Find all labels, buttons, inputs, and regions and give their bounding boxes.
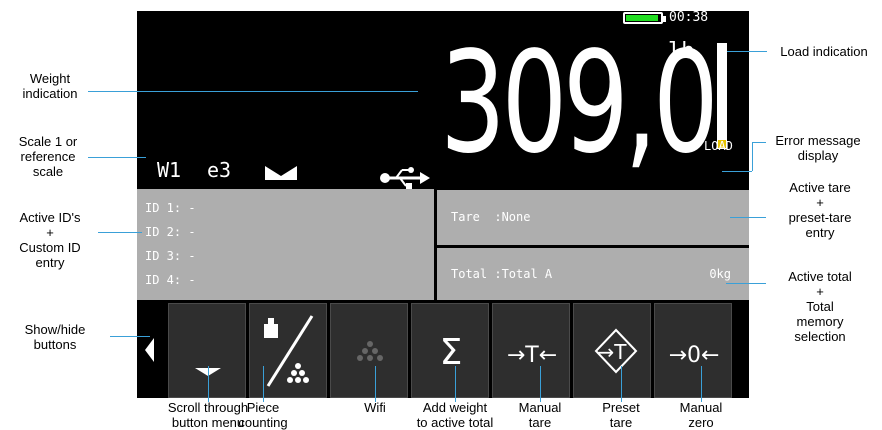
total-text: Total :Total A: [451, 267, 553, 281]
scroll-button[interactable]: [168, 303, 246, 398]
triangle-left-icon: [145, 338, 154, 362]
add-weight-button[interactable]: Σ: [411, 303, 489, 398]
tare-text: Tare :None: [451, 210, 531, 224]
show-hide-button[interactable]: [137, 303, 167, 398]
zero-glyph: →0←: [669, 343, 720, 368]
preset-tare-glyph: →T: [598, 340, 628, 364]
weight-leader-line: [88, 91, 418, 92]
wifi-leader-line: [375, 366, 376, 402]
wifi-button[interactable]: [330, 303, 408, 398]
callout-tare: Active tare + preset-tare entry: [788, 180, 852, 240]
callout-piece: Piece counting: [238, 400, 288, 430]
tare-panel[interactable]: Tare :None: [437, 190, 749, 245]
preset-tare-icon: →T: [594, 328, 638, 374]
total-leader-line: [726, 283, 766, 284]
callout-manual-zero: Manual zero: [679, 400, 723, 430]
preset-leader-line: [621, 366, 622, 402]
scale-display: 00:38 309,0 lb LOAD W1 e3 ID 1: - ID 2: …: [137, 11, 749, 398]
id-row-4: ID 4: -: [145, 273, 196, 287]
total-panel[interactable]: Total :Total A 0kg: [437, 248, 749, 300]
piece-counting-icon: [264, 315, 314, 387]
tare-glyph: →T←: [507, 343, 557, 368]
callout-load: Load indication: [780, 44, 868, 59]
zero-leader-line: [701, 366, 702, 402]
callout-manual-tare: Manual tare: [518, 400, 562, 430]
sigma-icon: Σ: [440, 332, 463, 373]
ids-leader-line: [98, 232, 142, 233]
weight-value: 309,0: [440, 22, 719, 185]
scale-leader-line: [88, 157, 146, 158]
zero-icon: →0←: [669, 343, 720, 368]
sum-leader-line: [455, 366, 456, 402]
error-leader-line-v: [752, 142, 753, 171]
tare-leader-line: [730, 217, 766, 218]
preset-tare-button[interactable]: →T: [573, 303, 651, 398]
callout-weight: Weight indication: [22, 71, 78, 101]
manual-zero-button[interactable]: →0←: [654, 303, 732, 398]
accuracy-class: e3: [207, 158, 232, 182]
callout-preset-tare: Preset tare: [602, 400, 640, 430]
sigma-glyph: Σ: [440, 332, 463, 373]
scale-id: W1: [157, 158, 182, 182]
callout-wifi: Wifi: [364, 400, 386, 415]
callout-total: Active total + Total memory selection: [788, 269, 852, 344]
load-text: LOAD: [704, 139, 733, 153]
weight-unit: lb: [668, 39, 695, 64]
scroll-leader-line: [208, 366, 209, 402]
error-leader-line-t: [752, 142, 766, 143]
callout-ids: Active ID's + Custom ID entry: [19, 210, 81, 270]
usb-icon: [380, 167, 430, 189]
id-row-1: ID 1: -: [145, 201, 196, 215]
dots-icon: [357, 341, 383, 361]
callout-showhide: Show/hide buttons: [24, 322, 86, 352]
id-row-2: ID 2: -: [145, 225, 196, 239]
total-value: 0kg: [709, 267, 731, 281]
callout-error: Error message display: [775, 133, 861, 163]
callout-scale: Scale 1 or reference scale: [18, 134, 78, 179]
piece-counting-button[interactable]: [249, 303, 327, 398]
load-leader-line: [727, 51, 767, 52]
manual-tare-button[interactable]: →T←: [492, 303, 570, 398]
callout-add-weight: Add weight to active total: [416, 400, 494, 430]
active-ids-panel[interactable]: ID 1: - ID 2: - ID 3: - ID 4: -: [137, 189, 434, 300]
tare-icon: →T←: [507, 343, 557, 368]
load-bar: [717, 43, 727, 149]
tare-btn-leader-line: [540, 366, 541, 402]
piece-leader-line: [263, 366, 264, 402]
stability-icon: [265, 166, 297, 180]
button-bar: Σ →T← →T →0←: [137, 303, 749, 398]
error-leader-line-h: [722, 171, 752, 172]
showhide-leader-line: [110, 336, 150, 337]
id-row-3: ID 3: -: [145, 249, 196, 263]
